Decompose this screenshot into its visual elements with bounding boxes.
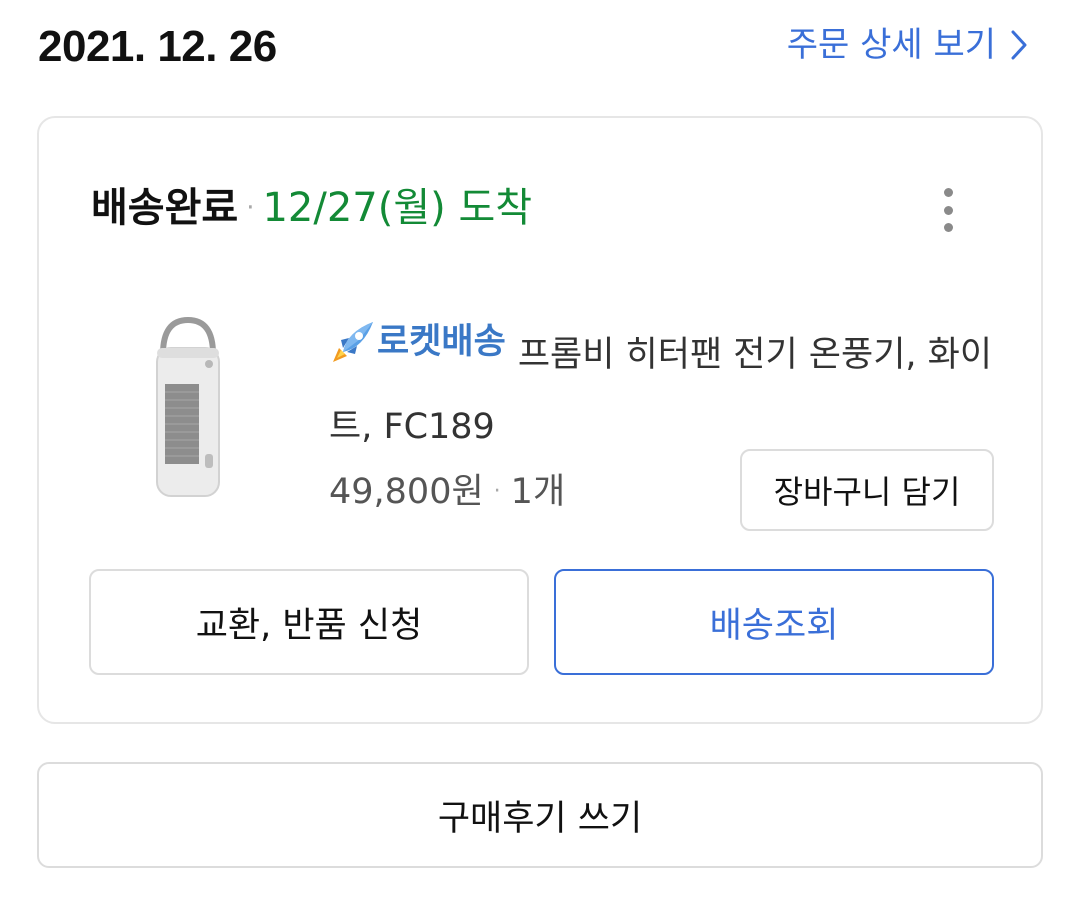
product-quantity: 1개 <box>510 472 566 512</box>
track-delivery-button[interactable]: 배송조회 <box>554 569 994 675</box>
order-card: 배송완료 · 12/27(월) 도착 로켓배송 프롬비 히터팬 전기 온풍기, … <box>37 116 1043 724</box>
price-row: 49,800원 · 1개 <box>329 464 565 520</box>
order-date: 2021. 12. 26 <box>38 22 277 71</box>
product-image[interactable] <box>151 314 225 500</box>
order-history-page: 2021. 12. 26 주문 상세 보기 배송완료 · 12/27(월) 도착 <box>0 0 1080 904</box>
add-to-cart-button[interactable]: 장바구니 담기 <box>740 449 994 531</box>
write-review-button[interactable]: 구매후기 쓰기 <box>37 762 1043 868</box>
product-title[interactable]: 로켓배송 프롬비 히터팬 전기 온풍기, 화이트, FC189 <box>329 306 1009 463</box>
status-separator: · <box>246 193 255 223</box>
exchange-return-button[interactable]: 교환, 반품 신청 <box>89 569 529 675</box>
order-detail-link-label: 주문 상세 보기 <box>786 25 996 65</box>
delivery-status-row: 배송완료 · 12/27(월) 도착 <box>91 180 532 236</box>
arrival-date: 12/27(월) 도착 <box>262 185 533 231</box>
price-separator: · <box>493 479 501 504</box>
more-vertical-icon <box>943 188 953 197</box>
order-detail-link[interactable]: 주문 상세 보기 <box>787 18 1028 72</box>
product-price: 49,800원 <box>329 472 484 512</box>
delivery-status: 배송완료 <box>91 185 239 231</box>
chevron-right-icon <box>1010 29 1028 61</box>
rocket-delivery-label: 로켓배송 <box>377 322 506 362</box>
more-options-button[interactable] <box>935 184 961 236</box>
rocket-icon <box>329 318 377 366</box>
rocket-delivery-badge: 로켓배송 <box>329 306 518 378</box>
